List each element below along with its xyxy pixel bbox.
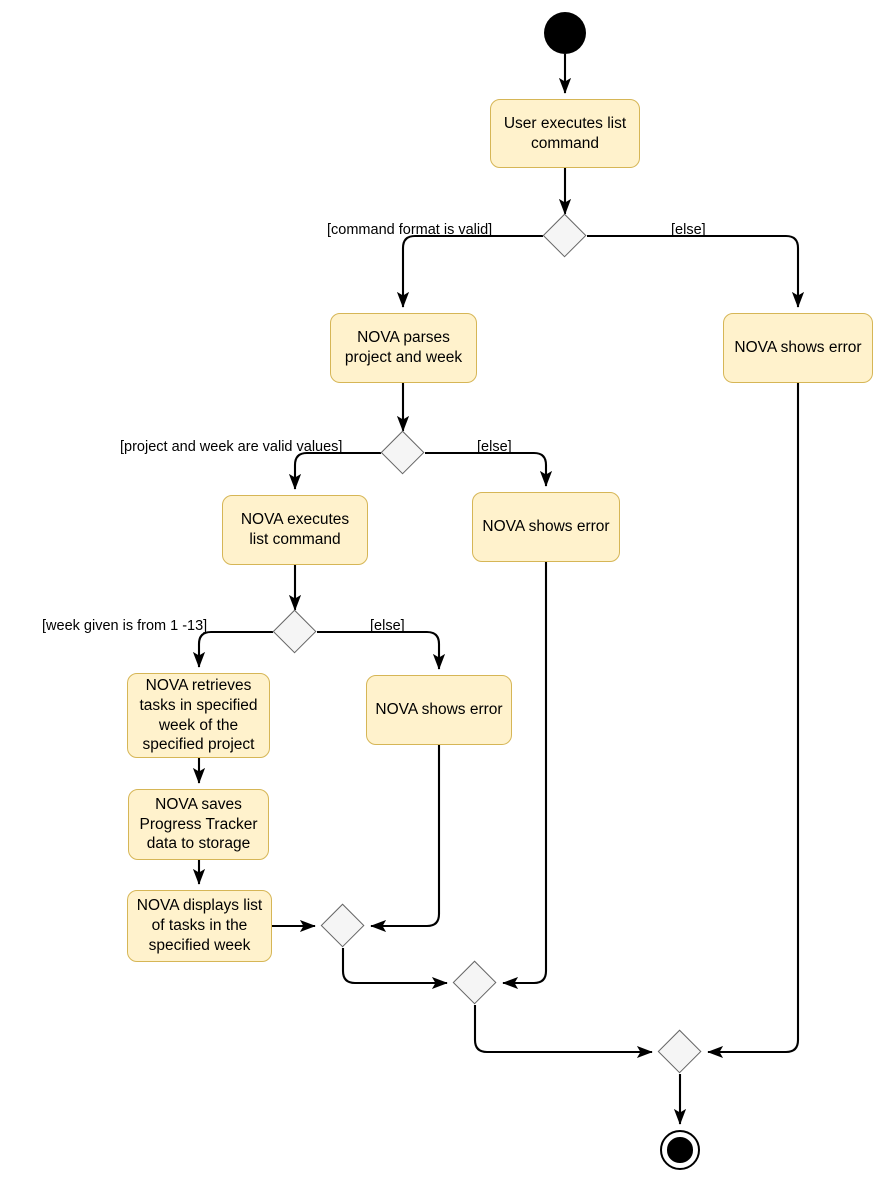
edge-guard-label-g5: [week given is from 1 -13]: [42, 618, 208, 634]
activity-diagram-canvas: User executes list command NOVA parses pr…: [0, 0, 890, 1194]
edge-guard-label-g4: [else]: [477, 439, 512, 455]
action-node-err1[interactable]: NOVA shows error: [723, 313, 873, 383]
edge-d3-to-a4: [192, 630, 273, 668]
edge-d3-to-err3: [317, 630, 446, 670]
action-node-a6[interactable]: NOVA displays list of tasks in the speci…: [127, 890, 272, 962]
edge-d1-to-err1: [587, 234, 805, 308]
edge-guard-label-g2: [else]: [671, 222, 706, 238]
edge-guard-label-g3: [project and week are valid values]: [120, 439, 343, 455]
action-node-a3[interactable]: NOVA executes list command: [222, 495, 368, 565]
edges-layer: [192, 54, 805, 1125]
edge-guard-label-g1: [command format is valid]: [327, 222, 493, 238]
action-node-a5[interactable]: NOVA saves Progress Tracker data to stor…: [128, 789, 269, 860]
action-node-a1[interactable]: User executes list command: [490, 99, 640, 168]
edge-m2-to-m3: [473, 1005, 653, 1059]
edge-err2-to-m2: [502, 562, 548, 990]
action-node-a4[interactable]: NOVA retrieves tasks in specified week o…: [127, 673, 270, 758]
edge-d2-to-a3: [288, 451, 381, 490]
edge-err3-to-m1: [370, 745, 441, 933]
final-node-core: [667, 1137, 693, 1163]
edge-d2-to-err2: [425, 451, 553, 487]
edge-m1-to-m2: [341, 948, 448, 990]
edge-d1-to-a2: [396, 234, 543, 308]
initial-node: [544, 12, 586, 54]
action-node-err2[interactable]: NOVA shows error: [472, 492, 620, 562]
action-node-err3[interactable]: NOVA shows error: [366, 675, 512, 745]
final-node: [660, 1130, 700, 1170]
edge-err1-to-m3: [707, 383, 800, 1059]
action-node-a2[interactable]: NOVA parses project and week: [330, 313, 477, 383]
edge-guard-label-g6: [else]: [370, 618, 405, 634]
